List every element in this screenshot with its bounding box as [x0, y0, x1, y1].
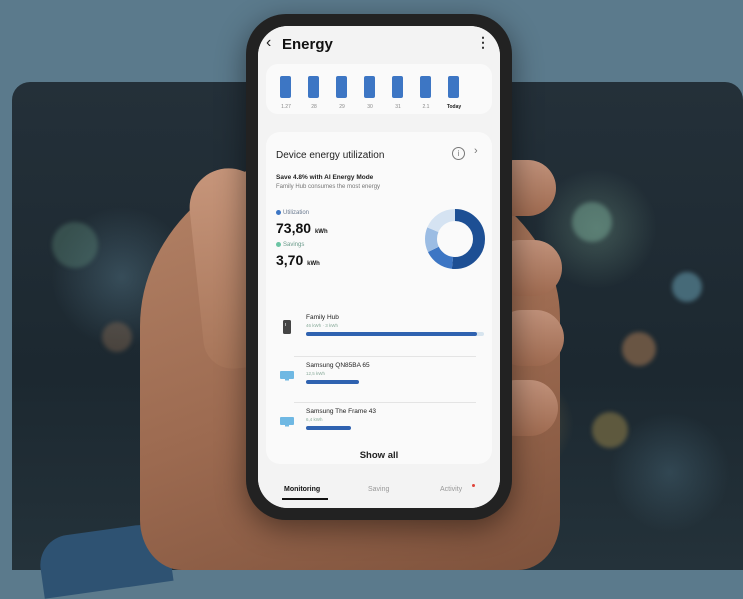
bokeh-light [592, 412, 628, 448]
tab-saving[interactable]: Saving [368, 486, 389, 493]
phone-screen: ‹ Energy ⋮ 1.27 28 29 30 31 2.1 Today Device e… [258, 26, 500, 508]
device-name: Family Hub [306, 314, 339, 321]
utilization-number: 73,80 [276, 220, 312, 236]
bokeh-light [672, 272, 702, 302]
tv-icon [280, 417, 294, 427]
energy-donut-chart [425, 209, 485, 269]
savings-dot [276, 242, 281, 247]
usage-bar [306, 426, 351, 430]
usage-track [306, 332, 484, 336]
top-consumer-text: Family Hub consumes the most energy [276, 184, 381, 190]
tab-activity[interactable]: Activity [440, 486, 462, 493]
bottom-nav: Monitoring Saving Activity [258, 478, 500, 508]
chevron-left-icon[interactable]: ‹ [266, 34, 271, 52]
device-row-samsung-qn85ba[interactable]: Samsung QN85BA 65 12,5 kWh [276, 360, 484, 400]
weekly-bar-label: 28 [311, 104, 317, 110]
savings-label: Savings [276, 242, 304, 248]
bokeh-light [622, 332, 656, 366]
weekly-bar-label: 31 [395, 104, 401, 110]
device-name: Samsung QN85BA 65 [306, 362, 370, 369]
tab-monitoring[interactable]: Monitoring [284, 486, 320, 493]
weekly-bar[interactable] [280, 76, 291, 98]
tv-icon [280, 371, 294, 381]
card-title: Device energy utilization [276, 150, 385, 161]
weekly-bar[interactable] [392, 76, 403, 98]
device-energy-card: Device energy utilization i › Save 4.8% … [266, 132, 492, 464]
notification-dot [472, 484, 475, 487]
device-usage: 12,5 kWh [306, 371, 326, 376]
device-name: Samsung The Frame 43 [306, 408, 376, 415]
bokeh-light [102, 322, 132, 352]
usage-bar [306, 332, 477, 336]
weekly-bar-label: Today [446, 104, 462, 110]
usage-track [306, 426, 484, 430]
weekly-bar[interactable] [420, 76, 431, 98]
bokeh-light [572, 202, 612, 242]
savings-number: 3,70 [276, 252, 304, 268]
weekly-bar-chart: 1.27 28 29 30 31 2.1 Today [266, 64, 492, 114]
active-tab-indicator [282, 498, 328, 500]
weekly-bar-label: 1.27 [281, 104, 291, 110]
info-icon[interactable]: i [452, 147, 465, 160]
bokeh-light [52, 222, 98, 268]
weekly-bar[interactable] [336, 76, 347, 98]
app-header: ‹ Energy ⋮ [258, 26, 500, 66]
usage-track [306, 380, 484, 384]
utilization-dot [276, 210, 281, 215]
divider [294, 402, 476, 403]
weekly-bar[interactable] [448, 76, 459, 98]
weekly-bar[interactable] [364, 76, 375, 98]
divider [294, 356, 476, 357]
device-row-family-hub[interactable]: Family Hub 46 kWh · 3 kWh [276, 312, 484, 352]
weekly-bar-label: 29 [339, 104, 345, 110]
page-title: Energy [282, 36, 333, 53]
show-all-button[interactable]: Show all [266, 450, 492, 461]
energy-mode-tip: Save 4.8% with AI Energy Mode [276, 174, 374, 181]
utilization-label: Utilization [276, 210, 309, 216]
fridge-icon [283, 320, 291, 334]
utilization-label-text: Utilization [283, 210, 310, 217]
device-usage: 46 kWh · 3 kWh [306, 323, 339, 328]
chevron-right-icon[interactable]: › [474, 145, 478, 157]
savings-label-text: Savings [283, 242, 305, 249]
savings-unit: kWh [307, 261, 320, 267]
more-vertical-icon[interactable]: ⋮ [476, 34, 490, 51]
utilization-value: 73,80 kWh [276, 220, 328, 236]
device-usage: 6,4 kWh [306, 417, 323, 422]
savings-value: 3,70 kWh [276, 252, 320, 268]
usage-bar [306, 380, 360, 384]
weekly-bar-label: 30 [367, 104, 373, 110]
utilization-unit: kWh [314, 229, 328, 235]
weekly-bar[interactable] [308, 76, 319, 98]
device-row-samsung-the-frame[interactable]: Samsung The Frame 43 6,4 kWh [276, 406, 484, 446]
weekly-bar-label: 2.1 [422, 104, 430, 110]
